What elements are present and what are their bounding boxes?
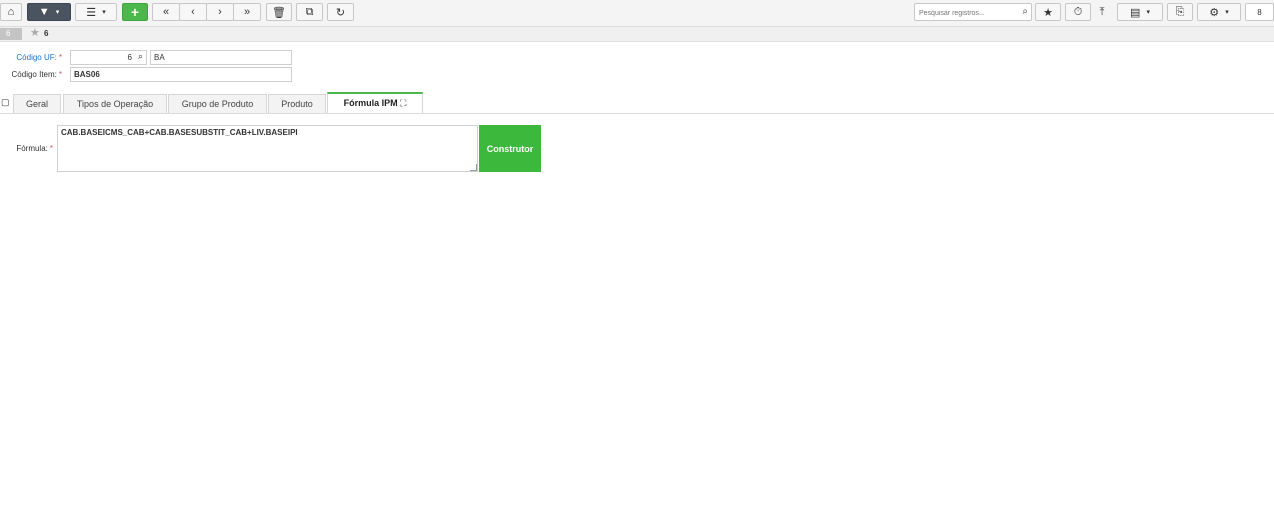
- tab-produto[interactable]: Produto: [268, 94, 326, 113]
- star-icon: ★: [1043, 6, 1053, 19]
- uf-name-field: BA: [150, 50, 292, 65]
- home-icon: ⌂: [7, 6, 15, 18]
- tab-formula-ipm[interactable]: Fórmula IPM ⛶: [327, 92, 423, 113]
- required-mark: *: [49, 144, 53, 153]
- formula-label-text: Fórmula:: [16, 144, 48, 153]
- formula-label: Fórmula: *: [0, 144, 53, 153]
- last-record-button[interactable]: »: [233, 3, 261, 21]
- uf-code-input[interactable]: 6 ⌕: [70, 50, 147, 65]
- grid-icon: ☰: [86, 6, 97, 19]
- builder-label: Construtor: [486, 143, 534, 154]
- search-input[interactable]: [917, 5, 1019, 21]
- upload-icon: ⤒: [1099, 5, 1105, 18]
- trash-icon: 🗑: [272, 6, 286, 19]
- chevron-down-icon: ▾: [102, 9, 106, 16]
- resize-handle[interactable]: [470, 164, 477, 171]
- plus-icon: +: [130, 4, 140, 20]
- filter-button[interactable]: ▼ ▾: [27, 3, 71, 21]
- next-record-button[interactable]: ›: [206, 3, 234, 21]
- tab-label: Geral: [25, 99, 48, 109]
- collapse-icon[interactable]: ▢: [1, 97, 10, 108]
- tab-bar: ▢ Geral Tipos de Operação Grupo de Produ…: [0, 92, 1274, 114]
- expand-icon[interactable]: ⛶: [400, 98, 406, 108]
- settings-button[interactable]: ⚙ ▾: [1197, 3, 1241, 21]
- item-code-label: Código Item: *: [0, 70, 62, 79]
- chevron-right-icon: ›: [218, 6, 222, 18]
- upload-button[interactable]: ⤒: [1091, 3, 1113, 21]
- delete-button[interactable]: 🗑: [266, 3, 292, 21]
- formula-value: CAB.BASEICMS_CAB+CAB.BASESUBSTIT_CAB+LIV…: [61, 128, 298, 137]
- chevron-left-icon: ‹: [191, 6, 195, 18]
- home-button[interactable]: ⌂: [0, 3, 22, 21]
- chevron-down-icon: ▾: [1146, 9, 1151, 16]
- duplicate-button[interactable]: ⧉: [296, 3, 323, 21]
- item-code-input[interactable]: BAS06: [70, 67, 292, 82]
- uf-name-value: BA: [154, 53, 165, 62]
- paperclip-icon: ⎘: [1175, 5, 1185, 18]
- tab-label: Tipos de Operação: [76, 99, 154, 109]
- tab-geral[interactable]: Geral: [13, 94, 61, 113]
- refresh-icon: ↻: [335, 6, 346, 19]
- tab-label: Produto: [281, 99, 313, 109]
- favorite-button[interactable]: ★: [1035, 3, 1061, 21]
- tab-label: Grupo de Produto: [181, 99, 254, 109]
- tab-tipos-de-operacao[interactable]: Tipos de Operação: [63, 94, 167, 113]
- record-info-bar: 6 ★ 6: [0, 27, 1274, 42]
- view-mode-button[interactable]: ☰ ▾: [75, 3, 117, 21]
- page-number: 8: [1257, 7, 1262, 17]
- record-id-badge: 6: [0, 28, 22, 40]
- timer-button[interactable]: ⏱: [1065, 3, 1091, 21]
- page-number-field[interactable]: 8: [1245, 3, 1274, 21]
- required-mark: *: [58, 70, 62, 79]
- uf-code-label[interactable]: Código UF: *: [0, 53, 62, 62]
- first-record-button[interactable]: «: [152, 3, 180, 21]
- stopwatch-icon: ⏱: [1073, 5, 1083, 18]
- tab-grupo-de-produto[interactable]: Grupo de Produto: [168, 94, 267, 113]
- refresh-button[interactable]: ↻: [327, 3, 354, 21]
- chevron-down-icon: ▾: [55, 9, 60, 16]
- star-icon[interactable]: ★: [30, 26, 40, 39]
- chevron-down-icon: ▾: [1225, 9, 1229, 16]
- previous-record-button[interactable]: ‹: [179, 3, 207, 21]
- formula-builder-button[interactable]: Construtor: [479, 125, 541, 172]
- add-button[interactable]: +: [122, 3, 148, 21]
- filter-icon: ▼: [38, 6, 50, 18]
- item-code-label-text: Código Item:: [11, 70, 57, 79]
- document-icon: ▤: [1129, 6, 1141, 19]
- favorite-count: 6: [44, 29, 49, 38]
- required-mark: *: [58, 53, 62, 62]
- copy-icon: ⧉: [305, 5, 314, 18]
- tab-label: Fórmula IPM: [343, 98, 398, 108]
- item-code-value: BAS06: [74, 70, 100, 79]
- double-chevron-left-icon: «: [162, 6, 170, 18]
- search-icon[interactable]: ⌕: [138, 51, 143, 62]
- search-icon[interactable]: ⌕: [1022, 6, 1028, 17]
- gear-icon: ⚙: [1209, 6, 1220, 19]
- uf-code-value: 6: [127, 53, 132, 62]
- reports-button[interactable]: ▤ ▾: [1117, 3, 1163, 21]
- attachments-button[interactable]: ⎘: [1167, 3, 1193, 21]
- search-box: ⌕: [914, 3, 1032, 21]
- formula-textarea[interactable]: CAB.BASEICMS_CAB+CAB.BASESUBSTIT_CAB+LIV…: [57, 125, 478, 172]
- toolbar: ⌂ ▼ ▾ ☰ ▾ + « ‹ › » 🗑 ⧉ ↻ ⌕ ★ ⏱ ⤒ ▤ ▾ ⎘ …: [0, 0, 1274, 27]
- uf-code-label-text: Código UF:: [16, 53, 57, 62]
- double-chevron-right-icon: »: [243, 6, 251, 18]
